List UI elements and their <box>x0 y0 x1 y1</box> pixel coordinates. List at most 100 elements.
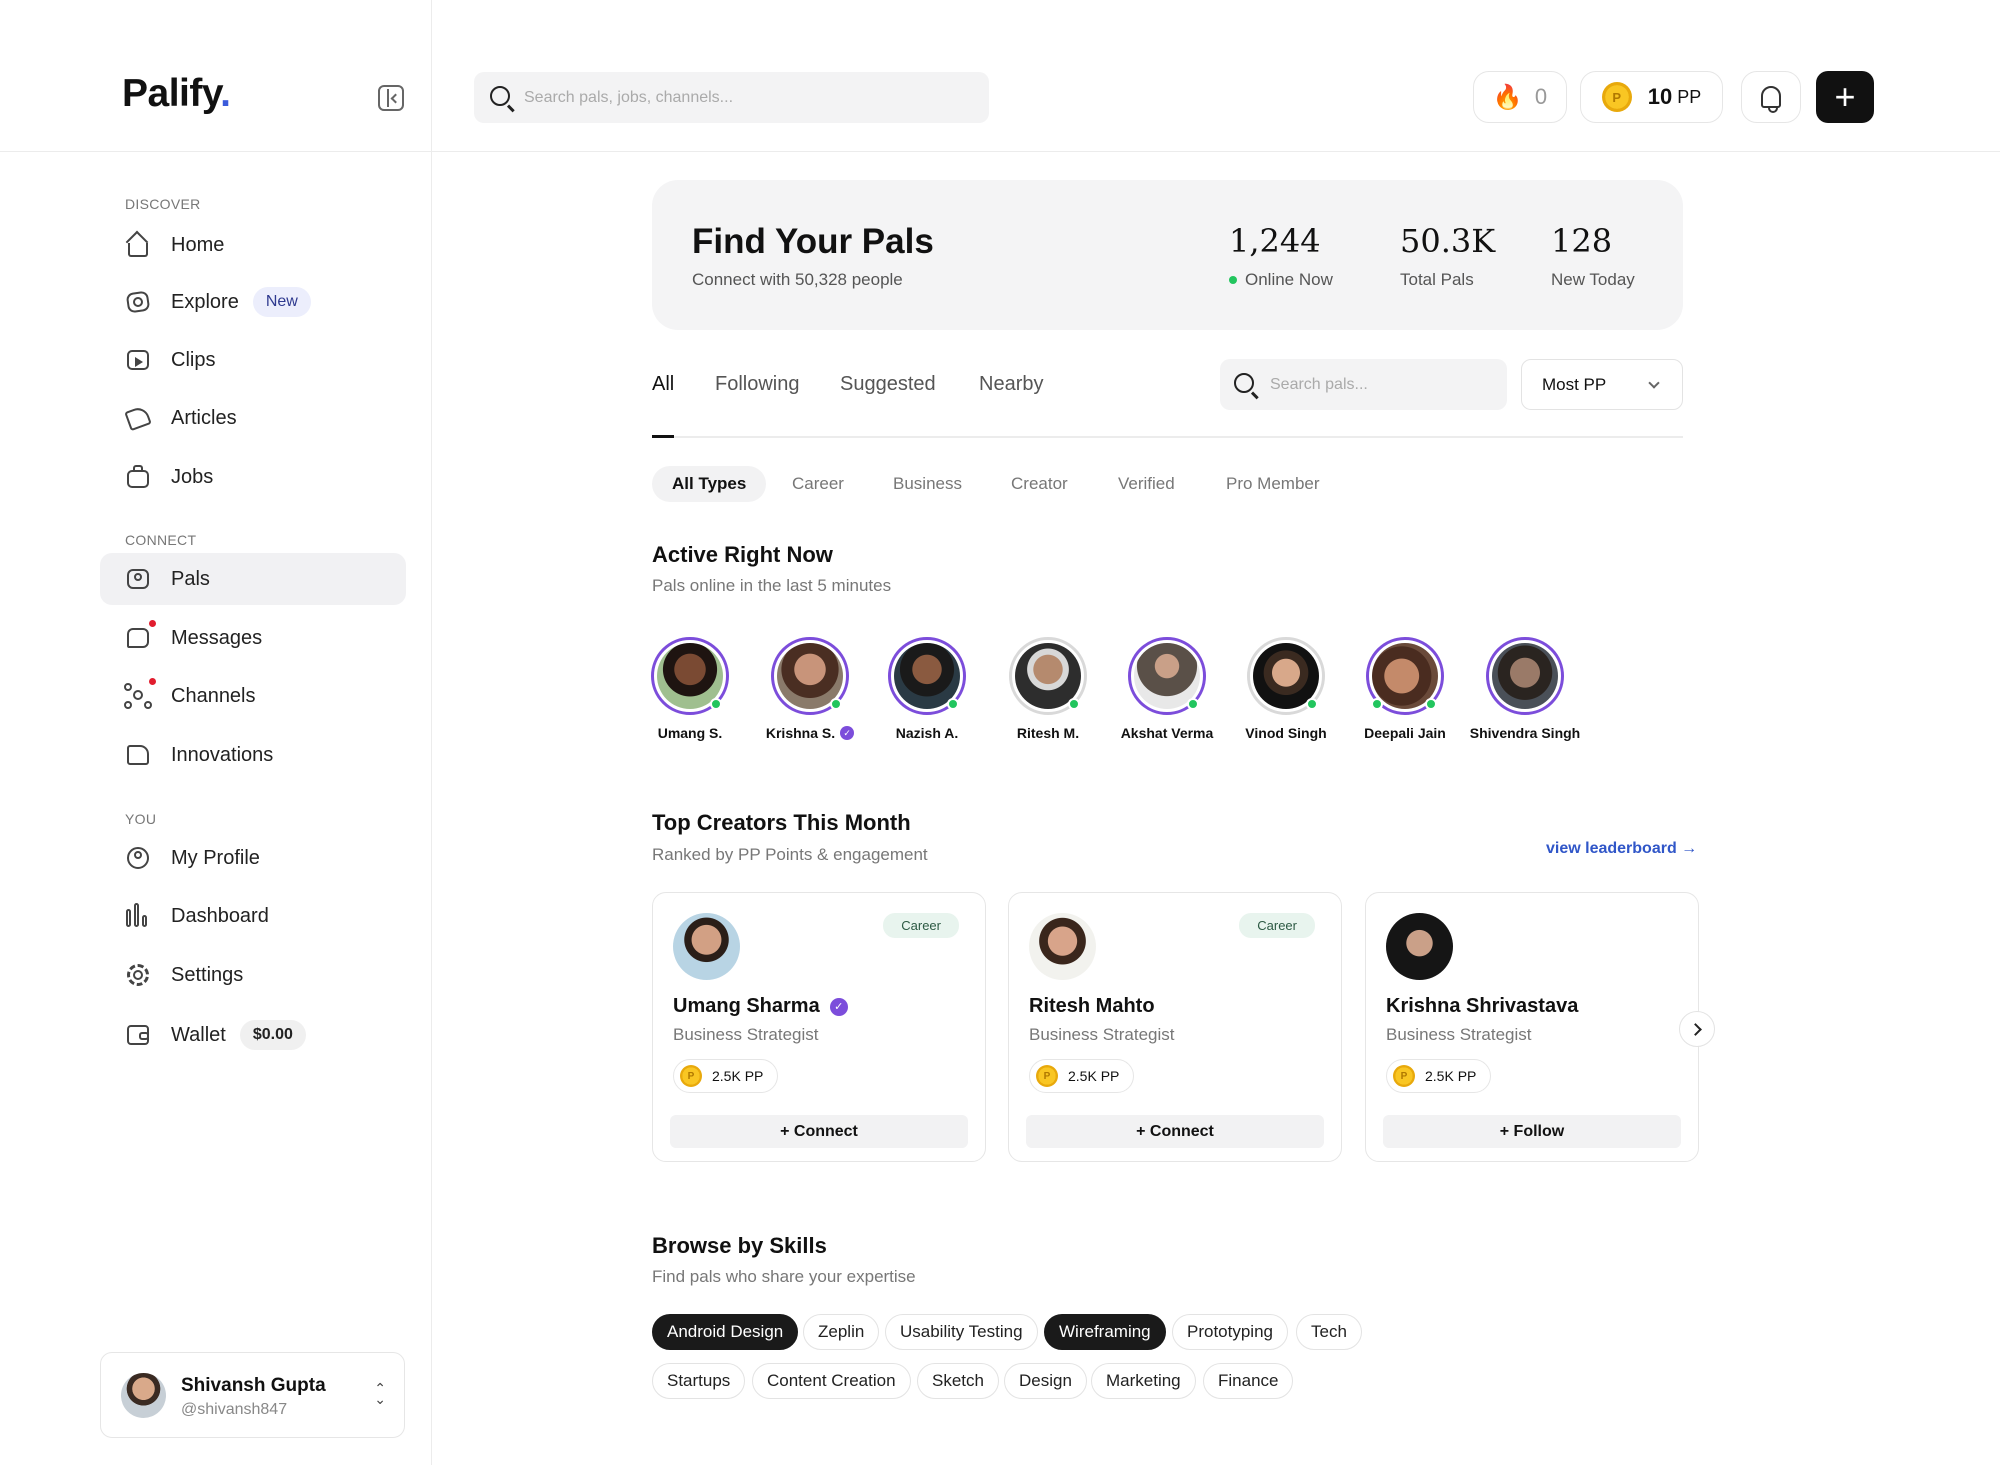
skill-chip[interactable]: Tech <box>1296 1314 1362 1350</box>
wallet-icon <box>124 1021 152 1049</box>
notifications-button[interactable] <box>1741 71 1801 123</box>
tab-nearby[interactable]: Nearby <box>979 373 1043 396</box>
skill-chip[interactable]: Zeplin <box>803 1314 880 1350</box>
pal-name: Krishna S. <box>765 725 836 741</box>
online-dot <box>1425 698 1437 710</box>
creator-card[interactable]: Krishna Shrivastava Business Strategist … <box>1365 892 1699 1162</box>
stat-online-now: 1,244 Online Now <box>1229 222 1333 290</box>
view-leaderboard-link[interactable]: view leaderboard → <box>1546 840 1697 858</box>
points-button[interactable]: P 10 PP <box>1580 71 1723 123</box>
sidebar-item-label: Explore <box>171 290 239 313</box>
sidebar-item-jobs[interactable]: Jobs <box>100 451 406 503</box>
top-creators-subtitle: Ranked by PP Points & engagement <box>652 845 928 864</box>
pal-name: Deepali Jain <box>1364 725 1446 741</box>
filter-verified[interactable]: Verified <box>1098 466 1195 502</box>
sidebar-item-settings[interactable]: Settings <box>100 949 406 1001</box>
sidebar-item-label: Settings <box>171 963 244 986</box>
coin-icon: P <box>1036 1065 1058 1087</box>
sidebar-item-explore[interactable]: Explore New <box>100 276 406 328</box>
pal-name: Ritesh M. <box>1016 725 1080 741</box>
sidebar-collapse-icon[interactable] <box>378 85 404 111</box>
pals-search-input[interactable] <box>1270 359 1495 410</box>
skill-chip[interactable]: Marketing <box>1091 1363 1196 1399</box>
filter-pro-member[interactable]: Pro Member <box>1206 466 1340 502</box>
filter-business[interactable]: Business <box>873 466 982 502</box>
pp-badge: P 2.5K PP <box>1386 1059 1492 1093</box>
sidebar-item-wallet[interactable]: Wallet $0.00 <box>100 1009 406 1061</box>
pal-name: Akshat Verma <box>1120 725 1214 741</box>
skill-chip[interactable]: Design <box>1004 1363 1087 1399</box>
skill-chip[interactable]: Content Creation <box>752 1363 911 1399</box>
search-icon <box>1234 373 1254 393</box>
coin-icon: P <box>1601 82 1632 112</box>
logo[interactable]: Palify. <box>122 72 231 116</box>
stat-new-today: 128 New Today <box>1551 222 1635 290</box>
user-name: Shivansh Gupta <box>181 1375 326 1396</box>
global-search[interactable] <box>474 72 989 123</box>
filter-all-types[interactable]: All Types <box>652 466 767 502</box>
tab-all[interactable]: All <box>652 373 674 396</box>
carousel-next-icon[interactable] <box>1679 1011 1715 1047</box>
skill-chip[interactable]: Sketch <box>917 1363 999 1399</box>
active-pal[interactable]: Akshat Verma <box>1112 637 1222 741</box>
sidebar-item-my-profile[interactable]: My Profile <box>100 832 406 884</box>
section-label-you: YOU <box>125 811 157 827</box>
streak-button[interactable]: 🔥 0 <box>1473 71 1567 123</box>
stat-value: 1,244 <box>1229 222 1321 260</box>
streak-count: 0 <box>1534 84 1548 109</box>
active-pal[interactable]: Umang S. <box>635 637 745 741</box>
section-label-discover: DISCOVER <box>125 196 201 212</box>
filter-creator[interactable]: Creator <box>991 466 1088 502</box>
app-root: Palify. DISCOVER Home Explore New Clips … <box>0 0 2000 1465</box>
account-switcher[interactable]: Shivansh Gupta @shivansh847 ⌃ ⌄ <box>100 1352 405 1438</box>
global-search-input[interactable] <box>524 72 964 123</box>
skill-chip[interactable]: Prototyping <box>1172 1314 1288 1350</box>
bell-icon <box>1761 86 1781 113</box>
follow-button[interactable]: + Follow <box>1383 1115 1681 1148</box>
sidebar-item-clips[interactable]: Clips <box>100 334 406 386</box>
chevron-down-icon <box>1648 377 1660 389</box>
skill-chip[interactable]: Finance <box>1203 1363 1294 1399</box>
points-unit: PP <box>1677 86 1702 107</box>
active-pal[interactable]: Ritesh M. <box>993 637 1103 741</box>
active-pal[interactable]: Deepali Jain <box>1350 637 1460 741</box>
creator-card[interactable]: Career Umang Sharma ✓ Business Strategist… <box>652 892 986 1162</box>
active-pal[interactable]: Vinod Singh <box>1231 637 1341 741</box>
skill-chip[interactable]: Android Design <box>652 1314 799 1350</box>
sidebar-item-pals[interactable]: Pals <box>100 553 406 605</box>
sidebar-item-channels[interactable]: Channels <box>100 670 406 722</box>
active-pal[interactable]: Krishna S. ✓ <box>755 637 865 741</box>
coin-icon: P <box>1393 1065 1415 1087</box>
user-circle-icon <box>124 844 152 872</box>
tab-following[interactable]: Following <box>715 373 799 396</box>
filter-career[interactable]: Career <box>772 466 864 502</box>
create-button[interactable]: + <box>1816 71 1874 123</box>
sidebar-item-messages[interactable]: Messages <box>100 612 406 664</box>
sidebar-item-label: Pals <box>171 567 210 590</box>
channels-icon <box>124 678 156 710</box>
sidebar-item-dashboard[interactable]: Dashboard <box>100 890 406 942</box>
creator-name: Krishna Shrivastava <box>1386 995 1579 1017</box>
tab-suggested[interactable]: Suggested <box>840 373 936 396</box>
page-title: Find Your Pals <box>692 222 934 261</box>
active-pal[interactable]: Nazish A. <box>872 637 982 741</box>
folder-icon <box>124 741 152 769</box>
sort-dropdown[interactable]: Most PP <box>1521 359 1683 410</box>
pals-search[interactable] <box>1220 359 1507 410</box>
connect-button[interactable]: + Connect <box>1026 1115 1324 1148</box>
creator-card[interactable]: Career Ritesh Mahto Business Strategist … <box>1008 892 1342 1162</box>
online-dot <box>1306 698 1318 710</box>
skill-chip[interactable]: Wireframing <box>1044 1314 1166 1350</box>
pal-name: Nazish A. <box>895 725 959 741</box>
online-dot <box>1371 698 1383 710</box>
gear-icon <box>124 961 152 989</box>
skill-chip[interactable]: Usability Testing <box>885 1314 1038 1350</box>
skill-chip[interactable]: Startups <box>652 1363 746 1399</box>
sidebar-item-articles[interactable]: Articles <box>100 392 406 444</box>
active-pal[interactable]: Shivendra Singh <box>1470 637 1580 741</box>
stat-label: New Today <box>1551 270 1635 289</box>
connect-button[interactable]: + Connect <box>670 1115 968 1148</box>
sidebar-item-home[interactable]: Home <box>100 219 406 271</box>
sidebar-item-innovations[interactable]: Innovations <box>100 729 406 781</box>
creator-role: Business Strategist <box>1029 1025 1175 1044</box>
